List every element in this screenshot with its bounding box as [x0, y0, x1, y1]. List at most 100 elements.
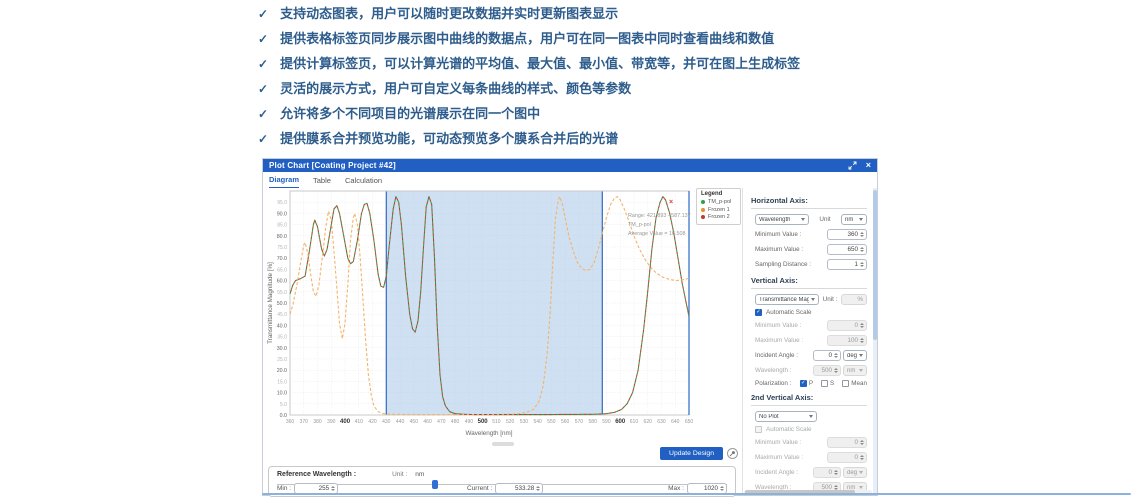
splitter-handle[interactable] — [492, 442, 514, 446]
vertical-scrollbar[interactable] — [873, 190, 877, 340]
spinner[interactable]: 0 — [827, 452, 867, 463]
svg-text:55.0: 55.0 — [277, 290, 287, 296]
dropdown[interactable]: Transmittance Magnit... — [755, 294, 819, 305]
svg-text:370: 370 — [300, 419, 309, 425]
dropdown[interactable]: Wavelength — [755, 214, 809, 225]
spectrum-plot: 0.05.010.015.020.025.030.035.040.045.050… — [263, 188, 742, 440]
spinner[interactable]: 0 — [827, 437, 867, 448]
svg-text:410: 410 — [355, 419, 364, 425]
dropdown[interactable]: No Plot — [755, 411, 817, 422]
y-axis-label: Transmittance Magnitude [%] — [267, 262, 274, 344]
annotation-close-icon[interactable]: × — [669, 199, 673, 206]
pin-icon[interactable] — [727, 448, 738, 459]
setting-row: No Plot — [751, 411, 867, 422]
svg-text:95.0: 95.0 — [277, 200, 287, 206]
svg-text:610: 610 — [630, 419, 639, 425]
min-label: Min : — [277, 485, 291, 492]
field-label: Minimum Value : — [755, 231, 801, 238]
svg-text:600: 600 — [615, 419, 626, 425]
check-icon: ✓ — [258, 7, 268, 22]
window-titlebar: Plot Chart [Coating Project #42] × — [263, 159, 877, 172]
spinner[interactable]: 0 — [813, 350, 841, 361]
section-title: 2nd Vertical Axis: — [751, 391, 867, 406]
spinner[interactable]: 360 — [827, 229, 867, 240]
field-label: Mean — [851, 380, 867, 387]
dropdown[interactable]: nm — [841, 214, 867, 225]
svg-text:50.0: 50.0 — [277, 301, 287, 307]
svg-text:25.0: 25.0 — [277, 357, 287, 363]
setting-row: Maximum Value : 0 — [751, 452, 867, 463]
svg-text:590: 590 — [602, 419, 611, 425]
svg-text:630: 630 — [657, 419, 666, 425]
setting-row: Sampling Distance :1 — [751, 259, 867, 270]
setting-row: ✓Automatic Scale — [751, 309, 867, 316]
field-label: P — [809, 380, 813, 387]
spinner[interactable]: 0 — [813, 467, 841, 478]
checkbox[interactable] — [821, 380, 828, 387]
reference-wavelength-label: Reference Wavelength : — [277, 471, 356, 478]
checkbox[interactable]: ✓ — [755, 309, 762, 316]
field-label: Unit — [819, 216, 830, 223]
svg-text:480: 480 — [451, 419, 460, 425]
legend-item: Frozen 1 — [701, 207, 736, 213]
checkbox[interactable] — [842, 380, 849, 387]
feature-item: ✓提供计算标签页，可以计算光谱的平均值、最大值、最小值、带宽等，并可在图上生成标… — [258, 57, 800, 72]
svg-text:530: 530 — [520, 419, 529, 425]
field-label: Incident Angle : — [755, 352, 798, 359]
svg-text:85.0: 85.0 — [277, 223, 287, 229]
tab-diagram[interactable]: Diagram — [269, 175, 299, 188]
setting-row: Wavelength : 500nm — [751, 365, 867, 376]
spinner[interactable]: 1 — [827, 259, 867, 270]
feature-text: 提供计算标签页，可以计算光谱的平均值、最大值、最小值、带宽等，并可在图上生成标签 — [280, 57, 800, 72]
svg-text:75.0: 75.0 — [277, 245, 287, 251]
setting-row: Polarization :✓PSMean — [751, 380, 867, 387]
dropdown[interactable]: deg — [843, 350, 867, 361]
polarization-option: ✓P — [800, 380, 813, 387]
spinner[interactable]: 0 — [827, 320, 867, 331]
svg-text:520: 520 — [506, 419, 515, 425]
spinner[interactable]: 100 — [827, 335, 867, 346]
svg-text:30.0: 30.0 — [277, 346, 287, 352]
legend-color-dot — [701, 200, 705, 204]
tab-calculation[interactable]: Calculation — [345, 176, 382, 188]
svg-text:580: 580 — [589, 419, 598, 425]
field-label: Minimum Value : — [755, 439, 801, 446]
feature-list: ✓支持动态图表，用户可以随时更改数据并实时更新图表显示✓提供表格标签页同步展示图… — [258, 7, 800, 157]
tab-bar: Diagram Table Calculation — [263, 172, 877, 188]
feature-item: ✓提供膜系合并预览功能，可动态预览多个膜系合并后的光谱 — [258, 132, 800, 147]
annotation-range: Range: 421.893 - 587.137 — [628, 213, 691, 219]
field-label: Maximum Value : — [755, 454, 803, 461]
legend-label: Frozen 2 — [708, 214, 730, 220]
svg-text:90.0: 90.0 — [277, 211, 287, 217]
dropdown[interactable]: nm — [843, 365, 867, 376]
checkbox[interactable]: ✓ — [800, 380, 807, 387]
svg-text:400: 400 — [340, 419, 351, 425]
field-label: S — [830, 380, 834, 387]
update-design-button[interactable]: Update Design — [660, 447, 723, 460]
field-label: Wavelength : — [755, 367, 792, 374]
tab-table[interactable]: Table — [313, 176, 331, 188]
svg-text:65.0: 65.0 — [277, 267, 287, 273]
svg-text:490: 490 — [465, 419, 474, 425]
spinner[interactable]: 500 — [813, 365, 841, 376]
svg-text:430: 430 — [382, 419, 391, 425]
svg-text:5.0: 5.0 — [280, 402, 287, 408]
unit-value: nm — [415, 471, 424, 478]
max-label: Max : — [668, 485, 684, 492]
close-icon[interactable]: × — [866, 161, 871, 170]
setting-row: Minimum Value : 0 — [751, 320, 867, 331]
svg-text:20.0: 20.0 — [277, 368, 287, 374]
current-label: Current : — [467, 485, 492, 492]
restore-icon[interactable] — [848, 161, 857, 170]
x-axis-label: Wavelength [nm] — [465, 430, 512, 437]
spinner[interactable]: 650 — [827, 244, 867, 255]
check-icon: ✓ — [258, 82, 268, 97]
dropdown[interactable]: deg — [843, 467, 867, 478]
checkbox[interactable] — [755, 426, 762, 433]
field-label: Minimum Value : — [755, 322, 801, 329]
svg-text:70.0: 70.0 — [277, 256, 287, 262]
svg-text:470: 470 — [437, 419, 446, 425]
unit-label: Unit : — [392, 471, 407, 478]
svg-text:450: 450 — [410, 419, 419, 425]
svg-text:10.0: 10.0 — [277, 391, 287, 397]
